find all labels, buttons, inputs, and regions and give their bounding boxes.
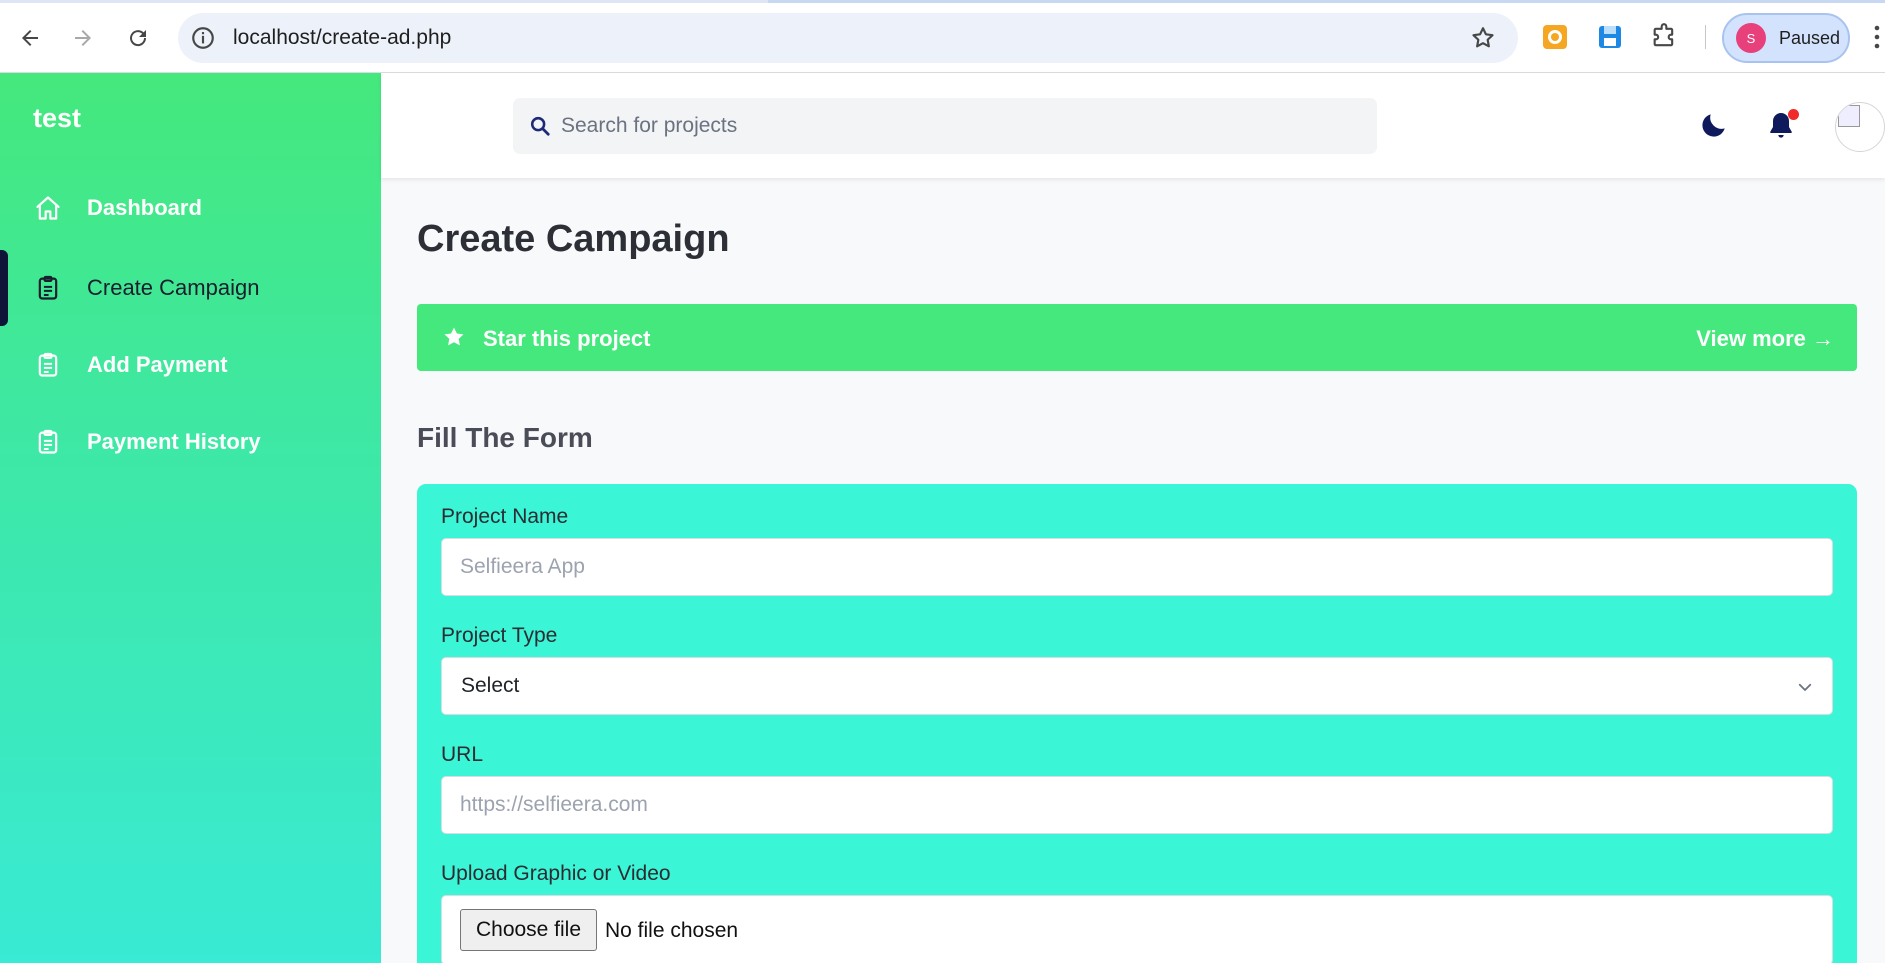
save-extension-icon[interactable] (1595, 22, 1625, 52)
project-type-label: Project Type (441, 624, 558, 647)
brand-logo-text[interactable]: test (33, 103, 81, 134)
view-more-link[interactable]: View more → (1696, 326, 1834, 352)
campaign-form: Project Name Project Type Select URL Upl… (417, 484, 1857, 963)
star-project-banner[interactable]: Star this project View more → (417, 304, 1857, 371)
profile-button[interactable]: S Paused (1722, 13, 1850, 63)
profile-status: Paused (1779, 27, 1841, 48)
sidebar-item-dashboard[interactable]: Dashboard (0, 178, 381, 238)
chevron-down-icon (1798, 683, 1812, 691)
sidebar-item-label: Dashboard (87, 195, 202, 220)
notification-badge (1788, 109, 1799, 120)
project-type-value: Select (461, 674, 520, 697)
avatar[interactable] (1835, 102, 1885, 152)
address-bar[interactable]: localhost/create-ad.php (178, 13, 1518, 63)
arrow-left-icon (22, 30, 38, 46)
dark-mode-moon-icon[interactable] (1698, 109, 1730, 141)
tab-strip-edge (0, 0, 1885, 3)
choose-file-button[interactable]: Choose file (460, 909, 597, 951)
bookmark-star-icon[interactable] (1470, 25, 1496, 51)
upload-label: Upload Graphic or Video (441, 862, 671, 885)
url-label: URL (441, 743, 484, 766)
clipboard-icon (38, 352, 58, 377)
sidebar-item-label: Add Payment (87, 352, 228, 377)
broken-image-icon (1838, 105, 1860, 127)
banner-text: Star this project (483, 326, 651, 351)
reload-button[interactable] (118, 18, 158, 58)
back-button[interactable] (10, 18, 50, 58)
file-upload-field: Choose file No file chosen (441, 895, 1833, 963)
sidebar-item-payment-history[interactable]: Payment History (0, 412, 381, 472)
extension-orange-icon[interactable] (1540, 22, 1570, 52)
reload-icon (130, 30, 147, 47)
home-icon (36, 196, 60, 220)
search-input[interactable] (561, 98, 1361, 154)
url-text: localhost/create-ad.php (233, 26, 452, 49)
url-input[interactable] (441, 776, 1833, 834)
search-box (513, 98, 1377, 154)
clipboard-icon (38, 429, 58, 454)
toolbar-divider (1705, 25, 1706, 49)
sidebar: test Dashboard Create Campaign Add Payme… (0, 73, 381, 963)
extensions-puzzle-icon[interactable] (1649, 22, 1679, 52)
star-icon (444, 327, 464, 346)
top-header (381, 73, 1885, 178)
sidebar-item-label: Create Campaign (87, 275, 260, 300)
form-section-title: Fill The Form (417, 422, 593, 453)
sidebar-item-label: Payment History (87, 429, 261, 454)
project-name-input[interactable] (441, 538, 1833, 596)
file-status-text: No file chosen (605, 919, 739, 942)
project-name-label: Project Name (441, 505, 569, 528)
arrow-right-icon (75, 30, 91, 46)
browser-toolbar: localhost/create-ad.php S Paused (0, 0, 1885, 73)
sidebar-item-create-campaign[interactable]: Create Campaign (0, 258, 381, 318)
info-icon[interactable] (190, 25, 216, 51)
sidebar-item-add-payment[interactable]: Add Payment (0, 335, 381, 395)
profile-avatar: S (1736, 23, 1766, 53)
browser-menu-icon[interactable] (1874, 25, 1880, 49)
project-type-select[interactable]: Select (441, 657, 1833, 715)
clipboard-icon (38, 275, 58, 300)
forward-button[interactable] (63, 18, 103, 58)
search-icon (530, 116, 550, 136)
page-title: Create Campaign (417, 218, 730, 260)
